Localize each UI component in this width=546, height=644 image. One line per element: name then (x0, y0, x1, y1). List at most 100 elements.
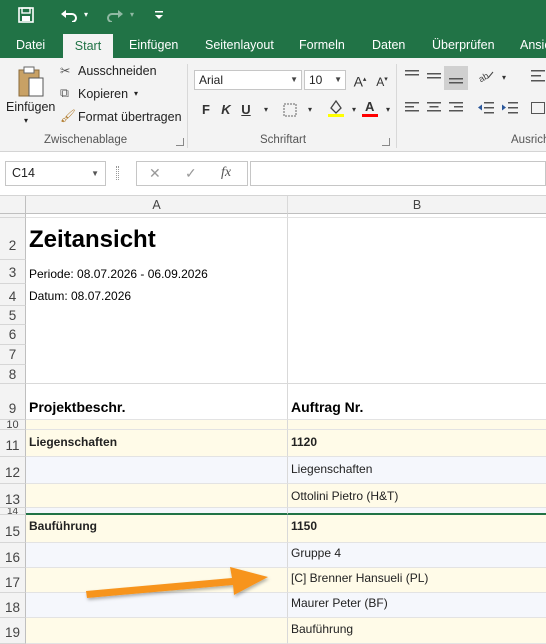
chevron-down-icon[interactable]: ▼ (91, 162, 99, 185)
row-header[interactable]: 12 (0, 457, 26, 484)
tab-review[interactable]: Überprüfen (432, 32, 495, 58)
cell-a14[interactable] (26, 508, 288, 515)
decrease-indent-icon[interactable] (476, 100, 496, 120)
row-header[interactable]: 17 (0, 568, 26, 593)
cell-b19[interactable]: Bauführung (288, 618, 546, 644)
cell-a6[interactable] (26, 325, 288, 345)
cell-b5[interactable] (288, 306, 546, 325)
cell-a12[interactable] (26, 457, 288, 484)
row-header[interactable]: 15 (0, 515, 26, 543)
cell-b18[interactable]: Maurer Peter (BF) (288, 593, 546, 618)
paste-button[interactable]: Einfügen ▾ (4, 62, 55, 130)
enter-icon[interactable]: ✓ (185, 165, 197, 182)
chevron-down-icon[interactable]: ▾ (300, 100, 320, 120)
row-header[interactable]: 8 (0, 365, 26, 384)
format-painter-button[interactable]: 🖌 Format übertragen (60, 108, 182, 128)
cell-b9[interactable]: Auftrag Nr. (288, 384, 546, 420)
cell-a11[interactable]: Liegenschaften (26, 430, 288, 457)
align-right-icon[interactable] (446, 100, 466, 120)
undo-dropdown-icon[interactable]: ▾ (80, 4, 92, 26)
increase-indent-icon[interactable] (500, 100, 520, 120)
cell-a2[interactable]: Zeitansicht (26, 218, 288, 260)
row-header[interactable]: 11 (0, 430, 26, 457)
tab-insert[interactable]: Einfügen (129, 32, 178, 58)
row-header[interactable]: 13 (0, 484, 26, 508)
customize-qat-icon[interactable] (150, 4, 168, 26)
cell-b2[interactable] (288, 218, 546, 260)
wrap-text-icon[interactable] (528, 68, 546, 88)
cell-a19[interactable] (26, 618, 288, 644)
italic-button[interactable]: K (216, 100, 236, 120)
row-header[interactable]: 3 (0, 260, 26, 284)
row-header[interactable]: 7 (0, 345, 26, 365)
cell-b14[interactable] (288, 508, 546, 515)
align-left-icon[interactable] (402, 100, 422, 120)
column-header-b[interactable]: B (288, 196, 546, 214)
cell-b15[interactable]: 1150 (288, 515, 546, 543)
cell-b4[interactable] (288, 284, 546, 306)
cell-b7[interactable] (288, 345, 546, 365)
cancel-icon[interactable]: ✕ (149, 165, 161, 182)
copy-button[interactable]: ⧉ Kopieren ▾ (60, 85, 170, 105)
tab-home[interactable]: Start (63, 34, 113, 58)
cell-a8[interactable] (26, 365, 288, 384)
font-color-icon[interactable]: A (360, 98, 380, 118)
column-header-a[interactable]: A (26, 196, 288, 214)
chevron-down-icon[interactable]: ▾ (378, 100, 398, 120)
row-header[interactable]: 6 (0, 325, 26, 345)
cell-a4[interactable]: Datum: 08.07.2026 (26, 284, 288, 306)
row-header[interactable]: 2 (0, 218, 26, 260)
font-launcher-icon[interactable] (382, 138, 390, 146)
cell-b13[interactable]: Ottolini Pietro (H&T) (288, 484, 546, 508)
underline-button[interactable]: U (236, 100, 256, 120)
save-icon[interactable] (14, 4, 38, 26)
row-header[interactable]: 9 (0, 384, 26, 420)
cell-a13[interactable] (26, 484, 288, 508)
cell-b8[interactable] (288, 365, 546, 384)
cell-b12[interactable]: Liegenschaften (288, 457, 546, 484)
tab-data[interactable]: Daten (372, 32, 405, 58)
cell-b17[interactable]: [C] Brenner Hansueli (PL) (288, 568, 546, 593)
row-header[interactable]: 16 (0, 543, 26, 568)
row-header[interactable]: 14 (0, 508, 26, 515)
row-header[interactable]: 10 (0, 420, 26, 431)
cell-b16[interactable]: Gruppe 4 (288, 543, 546, 568)
tab-formulas[interactable]: Formeln (299, 32, 345, 58)
tab-page-layout[interactable]: Seitenlayout (205, 32, 274, 58)
increase-font-icon[interactable]: A▴ (350, 70, 370, 90)
align-middle-icon[interactable] (424, 68, 444, 88)
font-size-select[interactable]: 10 ▼ (304, 70, 346, 90)
cell-a3[interactable]: Periode: 08.07.2026 - 06.09.2026 (26, 260, 288, 284)
redo-dropdown-icon[interactable]: ▾ (126, 4, 138, 26)
tab-view[interactable]: Ansic (520, 32, 546, 58)
cell-a5[interactable] (26, 306, 288, 325)
cell-a10[interactable] (26, 420, 288, 430)
cell-b11[interactable]: 1120 (288, 430, 546, 457)
align-top-icon[interactable] (402, 68, 422, 88)
decrease-font-icon[interactable]: A▾ (372, 70, 392, 90)
row-header[interactable]: 18 (0, 593, 26, 618)
font-name-select[interactable]: Arial ▼ (194, 70, 302, 90)
resize-handle[interactable] (116, 166, 119, 180)
insert-function-icon[interactable]: fx (221, 165, 231, 181)
chevron-down-icon[interactable]: ▾ (494, 68, 514, 88)
redo-icon[interactable] (104, 4, 126, 26)
cell-a7[interactable] (26, 345, 288, 365)
cell-a9[interactable]: Projektbeschr. (26, 384, 288, 420)
formula-input[interactable] (250, 161, 546, 186)
merge-center-icon[interactable] (528, 100, 546, 120)
fill-color-icon[interactable] (326, 98, 346, 118)
cell-b10[interactable] (288, 420, 546, 430)
undo-icon[interactable] (58, 4, 80, 26)
align-center-icon[interactable] (424, 100, 444, 120)
bold-button[interactable]: F (196, 100, 216, 120)
orientation-icon[interactable]: ab (476, 68, 496, 88)
tab-file[interactable]: Datei (16, 32, 45, 58)
row-header[interactable]: 5 (0, 306, 26, 325)
borders-icon[interactable] (280, 100, 300, 120)
align-bottom-icon[interactable] (444, 66, 468, 90)
cell-b3[interactable] (288, 260, 546, 284)
cut-button[interactable]: ✂ Ausschneiden (60, 62, 170, 82)
name-box[interactable]: C14 ▼ (5, 161, 106, 186)
clipboard-launcher-icon[interactable] (176, 138, 184, 146)
